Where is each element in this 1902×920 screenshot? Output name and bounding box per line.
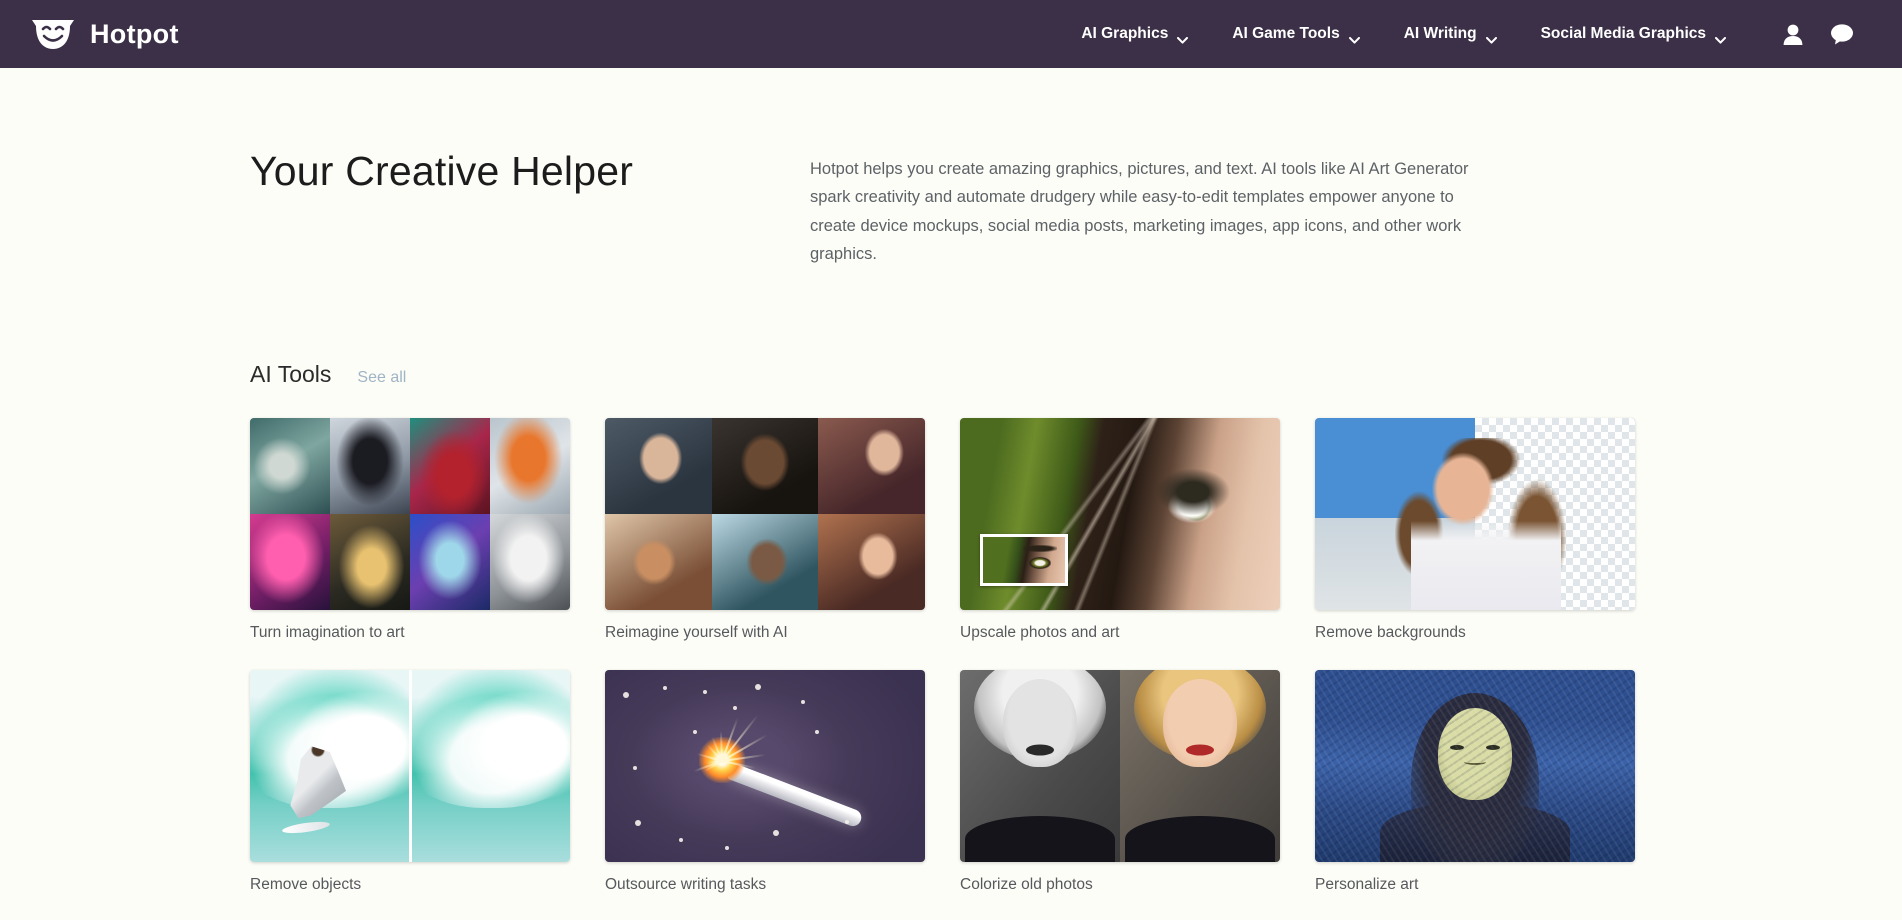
spark-fleck — [663, 686, 667, 690]
tool-card[interactable]: Reimagine yourself with AI — [605, 418, 925, 642]
before-image — [250, 670, 409, 862]
section-title: AI Tools — [250, 361, 331, 388]
card-caption: Personalize art — [1315, 876, 1635, 894]
spark-fleck — [693, 730, 697, 734]
section-header: AI Tools See all — [250, 361, 1902, 388]
nav-label: AI Graphics — [1081, 25, 1168, 43]
black-and-white-photo — [960, 670, 1120, 862]
tool-card[interactable]: Upscale photos and art — [960, 418, 1280, 642]
page-title: Your Creative Helper — [250, 144, 810, 269]
writing-pen-thumbnail — [605, 670, 925, 862]
eye-upscale-thumbnail — [960, 418, 1280, 610]
chevron-down-icon — [1486, 31, 1497, 38]
nav-item-ai-game-tools[interactable]: AI Game Tools — [1210, 25, 1381, 43]
tool-card[interactable]: Turn imagination to art — [250, 418, 570, 642]
nav-label: AI Writing — [1404, 25, 1477, 43]
site-header: Hotpot AI Graphics AI Game Tools AI Writ… — [0, 0, 1902, 68]
tool-card[interactable]: Colorize old photos — [960, 670, 1280, 894]
spark-fleck — [815, 730, 819, 734]
hero-section: Your Creative Helper Hotpot helps you cr… — [250, 68, 1902, 269]
nav-label: Social Media Graphics — [1541, 25, 1706, 43]
spark-fleck — [733, 706, 737, 710]
hotpot-smiley-icon — [30, 17, 76, 51]
chevron-down-icon — [1177, 31, 1188, 38]
card-caption: Remove objects — [250, 876, 570, 894]
header-icon-group — [1782, 23, 1854, 46]
chat-bubble-icon[interactable] — [1830, 23, 1854, 45]
surfer-subject — [288, 746, 346, 818]
background-removal-thumbnail — [1315, 418, 1635, 610]
brand-name: Hotpot — [90, 19, 179, 50]
see-all-link[interactable]: See all — [357, 369, 406, 387]
chevron-down-icon — [1715, 31, 1726, 38]
chevron-down-icon — [1349, 31, 1360, 38]
card-caption: Reimagine yourself with AI — [605, 624, 925, 642]
page-content: Your Creative Helper Hotpot helps you cr… — [0, 68, 1902, 894]
card-caption: Turn imagination to art — [250, 624, 570, 642]
card-caption: Remove backgrounds — [1315, 624, 1635, 642]
nav-item-ai-writing[interactable]: AI Writing — [1382, 25, 1519, 43]
card-caption: Outsource writing tasks — [605, 876, 925, 894]
object-removal-thumbnail — [250, 670, 570, 862]
spark-fleck — [801, 700, 805, 704]
after-image — [412, 670, 571, 862]
nav-item-social-media-graphics[interactable]: Social Media Graphics — [1519, 25, 1748, 43]
ai-tools-section: AI Tools See all — [250, 361, 1902, 894]
tool-card[interactable]: Remove backgrounds — [1315, 418, 1635, 642]
spark-fleck — [725, 846, 729, 850]
nav-item-ai-graphics[interactable]: AI Graphics — [1059, 25, 1210, 43]
pen-icon — [727, 762, 864, 828]
tool-card[interactable]: Personalize art — [1315, 670, 1635, 894]
spark-fleck — [679, 838, 683, 842]
portrait-subject — [1411, 445, 1561, 610]
colorize-thumbnail — [960, 670, 1280, 862]
surfboard — [281, 820, 330, 836]
nav-label: AI Game Tools — [1232, 25, 1339, 43]
spark-fleck — [773, 830, 779, 836]
brush-stroke-texture — [1315, 670, 1635, 862]
colorized-photo — [1120, 670, 1280, 862]
spark-fleck — [633, 766, 637, 770]
spark-fleck — [623, 692, 629, 698]
ai-art-grid-thumbnail — [250, 418, 570, 610]
spark-fleck — [703, 690, 707, 694]
user-account-icon[interactable] — [1782, 23, 1804, 46]
brand-logo[interactable]: Hotpot — [30, 17, 179, 51]
ai-portrait-grid-thumbnail — [605, 418, 925, 610]
personalize-art-thumbnail — [1315, 670, 1635, 862]
spark-fleck — [845, 820, 849, 824]
card-caption: Colorize old photos — [960, 876, 1280, 894]
upscale-selection-box — [980, 534, 1068, 586]
main-navigation: AI Graphics AI Game Tools AI Writing Soc… — [1059, 23, 1854, 46]
hero-description: Hotpot helps you create amazing graphics… — [810, 144, 1500, 269]
tool-card-grid: Turn imagination to art Reimagine yourse… — [250, 418, 1902, 894]
tool-card[interactable]: Outsource writing tasks — [605, 670, 925, 894]
spark-fleck — [755, 684, 761, 690]
card-caption: Upscale photos and art — [960, 624, 1280, 642]
spark-fleck — [635, 820, 641, 826]
tool-card[interactable]: Remove objects — [250, 670, 570, 894]
